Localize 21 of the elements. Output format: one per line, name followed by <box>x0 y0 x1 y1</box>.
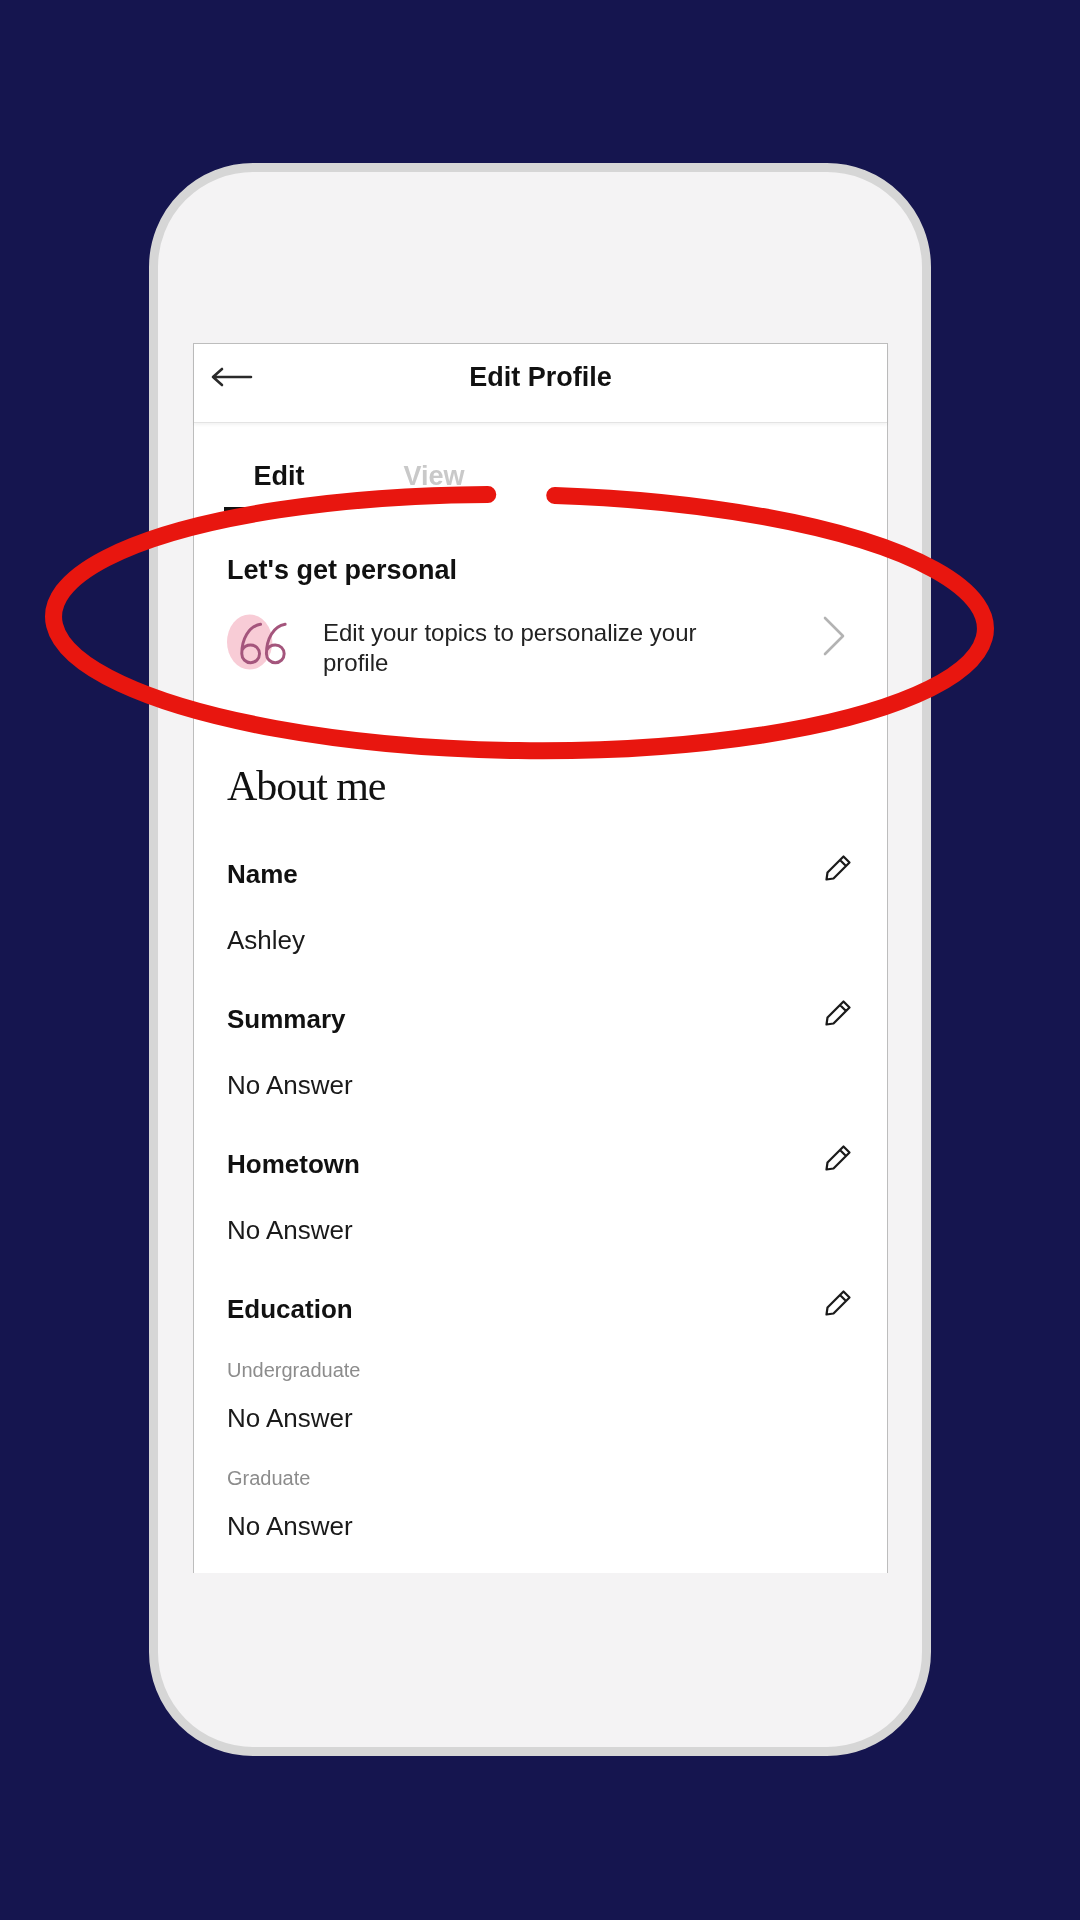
screen-title: Edit Profile <box>469 361 612 393</box>
field-value: No Answer <box>227 1069 354 1101</box>
pencil-icon[interactable] <box>824 999 852 1027</box>
field-label: Education <box>227 1293 353 1325</box>
pencil-icon[interactable] <box>824 1289 852 1317</box>
prompt-text[interactable]: Edit your topics to personalize your profile <box>323 618 723 678</box>
field-value: No Answer <box>227 1214 354 1246</box>
field-value: Ashley <box>227 924 307 956</box>
field-label: Name <box>227 858 298 890</box>
section-heading: Let's get personal <box>227 554 458 586</box>
field-sublabel: Undergraduate <box>227 1358 362 1382</box>
section-heading: About me <box>227 762 387 811</box>
left-arrow-icon[interactable] <box>211 367 253 387</box>
field-label: Hometown <box>227 1148 360 1180</box>
field-label: Summary <box>227 1003 346 1035</box>
field-value: No Answer <box>227 1402 354 1434</box>
field-sublabel: Graduate <box>227 1466 312 1490</box>
field-value: No Answer <box>227 1510 354 1542</box>
pencil-icon[interactable] <box>824 854 852 882</box>
tab[interactable]: Edit <box>224 461 334 511</box>
pencil-icon[interactable] <box>824 1144 852 1172</box>
